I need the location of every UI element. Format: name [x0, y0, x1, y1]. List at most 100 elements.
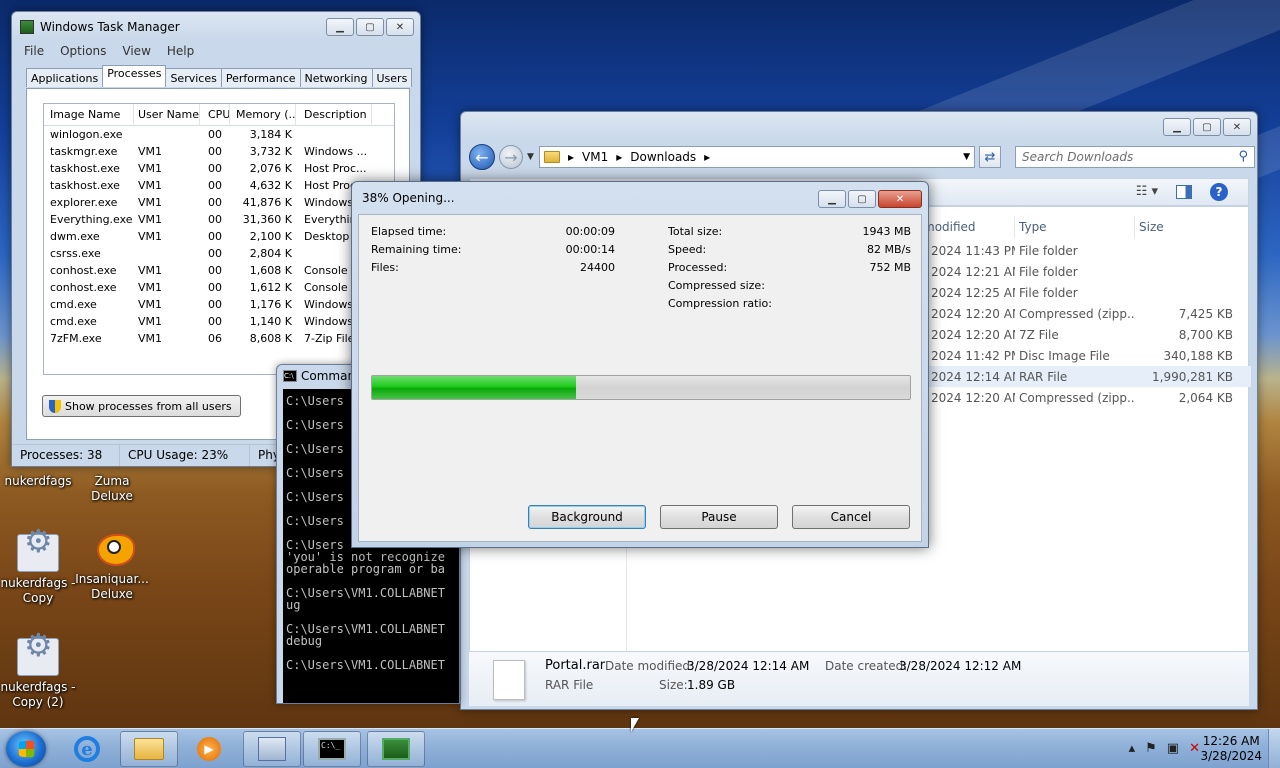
file-type: Compressed (zipp... — [1019, 306, 1135, 321]
show-hidden-icons-icon[interactable]: ▴ — [1129, 741, 1136, 756]
file-row[interactable]: 2024 12:14 AM RAR File 1,990,281 KB — [921, 366, 1251, 387]
refresh-button[interactable]: ⇄ — [979, 146, 1001, 168]
file-row[interactable]: 2024 12:21 AM File folder — [921, 261, 1251, 282]
breadcrumb-vm1[interactable]: VM1 — [582, 150, 608, 164]
action-center-flag-icon[interactable]: ⚑ — [1145, 741, 1157, 756]
close-button[interactable]: ✕ — [878, 190, 922, 208]
tab-networking[interactable]: Networking — [299, 68, 373, 87]
process-row[interactable]: 7zFM.exe VM1 06 8,608 K 7-Zip File... — [44, 330, 394, 347]
menu-options[interactable]: Options — [60, 44, 106, 58]
breadcrumb-downloads[interactable]: Downloads — [630, 150, 696, 164]
menu-help[interactable]: Help — [167, 44, 194, 58]
column-size[interactable]: Size — [1135, 216, 1239, 238]
search-icon[interactable]: ⚲ — [1238, 149, 1248, 164]
desktop-icon-nukerdfags[interactable]: nukerdfags — [0, 474, 76, 489]
command-prompt-icon: C:\_ — [318, 738, 346, 760]
process-row[interactable]: conhost.exe VM1 00 1,608 K Console ... — [44, 262, 394, 279]
file-row[interactable]: 2024 12:20 AM Compressed (zipp... 7,425 KB — [921, 303, 1251, 324]
forward-button[interactable]: → — [499, 145, 523, 169]
file-list: 2024 11:43 PM File folder 2024 12:21 AM Fil… — [921, 240, 1251, 408]
close-button[interactable]: ✕ — [1223, 118, 1251, 136]
close-button[interactable]: ✕ — [386, 18, 414, 36]
taskbar-network-app[interactable] — [243, 731, 301, 767]
desktop-icon-zuma-deluxe[interactable]: Zuma Deluxe — [74, 474, 150, 504]
file-size: 1,990,281 KB — [1152, 369, 1233, 384]
process-rows: winlogon.exe 00 3,184 K taskmgr.exe VM1 00 3,7… — [44, 126, 394, 347]
process-user-name: VM1 — [138, 315, 163, 328]
column-memory[interactable]: Memory (... — [230, 104, 296, 126]
column-cpu[interactable]: CPU — [200, 104, 230, 126]
details-size-label: Size: — [659, 678, 688, 692]
file-row[interactable]: 2024 11:43 PM File folder — [921, 240, 1251, 261]
process-row[interactable]: explorer.exe VM1 00 41,876 K Windows ... — [44, 194, 394, 211]
process-row[interactable]: csrss.exe 00 2,804 K — [44, 245, 394, 262]
network-status-icon[interactable]: ▣ — [1167, 741, 1179, 756]
maximize-button[interactable]: ▢ — [356, 18, 384, 36]
process-row[interactable]: conhost.exe VM1 00 1,612 K Console ... — [44, 279, 394, 296]
process-memory: 3,184 K — [249, 128, 292, 141]
column-type[interactable]: Type — [1015, 216, 1135, 238]
show-all-processes-button[interactable]: Show processes from all users — [42, 395, 241, 417]
total-size-value: 1943 MB — [862, 225, 911, 238]
system-clock[interactable]: 12:26 AM 3/28/2024 — [1200, 734, 1262, 764]
tab-users[interactable]: Users — [371, 68, 413, 87]
file-row[interactable]: 2024 12:25 AM File folder — [921, 282, 1251, 303]
column-description[interactable]: Description — [296, 104, 372, 126]
background-button[interactable]: Background — [528, 505, 646, 529]
address-dropdown-icon[interactable]: ▼ — [963, 152, 970, 162]
pause-button[interactable]: Pause — [660, 505, 778, 529]
breadcrumb-arrow-icon[interactable]: ▸ — [616, 150, 622, 164]
column-user-name[interactable]: User Name — [134, 104, 200, 126]
volume-muted-icon[interactable]: ✕ — [1189, 741, 1200, 756]
start-button[interactable] — [6, 731, 46, 767]
desktop-icon-insaniquarium[interactable]: Insaniquar... Deluxe — [74, 530, 150, 602]
tab-performance[interactable]: Performance — [220, 68, 301, 87]
search-input[interactable]: Search Downloads ⚲ — [1015, 146, 1255, 168]
tab-applications[interactable]: Applications — [26, 68, 104, 87]
taskbar-windows-explorer[interactable] — [120, 731, 178, 767]
search-placeholder: Search Downloads — [1022, 150, 1134, 164]
extract-progress-dialog[interactable]: 38% Opening... ▁ ▢ ✕ Elapsed time: 00:00… — [351, 181, 929, 548]
address-bar[interactable]: ▸ VM1 ▸ Downloads ▸ ▼ — [539, 146, 975, 168]
tab-services[interactable]: Services — [165, 68, 222, 87]
process-row[interactable]: Everything.exe VM1 00 31,360 K Everythin... — [44, 211, 394, 228]
maximize-button[interactable]: ▢ — [848, 190, 876, 208]
taskbar-command-prompt[interactable]: C:\_ — [303, 731, 361, 767]
help-icon[interactable]: ? — [1210, 183, 1228, 201]
process-cpu: 00 — [208, 315, 222, 328]
preview-pane-icon[interactable] — [1176, 185, 1192, 199]
view-options-icon[interactable]: ☷ ▾ — [1136, 184, 1158, 199]
minimize-button[interactable]: ▁ — [818, 190, 846, 208]
process-row[interactable]: winlogon.exe 00 3,184 K — [44, 126, 394, 143]
show-desktop-button[interactable] — [1268, 729, 1280, 768]
process-row[interactable]: taskmgr.exe VM1 00 3,732 K Windows ... — [44, 143, 394, 160]
cancel-button[interactable]: Cancel — [792, 505, 910, 529]
process-row[interactable]: taskhost.exe VM1 00 2,076 K Host Proc... — [44, 160, 394, 177]
desktop-icon-nukerdfags-copy[interactable]: nukerdfags - Copy — [0, 534, 76, 606]
file-row[interactable]: 2024 12:20 AM Compressed (zipp... 2,064 KB — [921, 387, 1251, 408]
taskbar-task-manager[interactable] — [367, 731, 425, 767]
back-button[interactable]: ← — [469, 144, 495, 170]
menu-file[interactable]: File — [24, 44, 44, 58]
menu-view[interactable]: View — [122, 44, 150, 58]
process-row[interactable]: taskhost.exe VM1 00 4,632 K Host Proc... — [44, 177, 394, 194]
tab-processes[interactable]: Processes — [102, 65, 167, 87]
file-row[interactable]: 2024 12:20 AM 7Z File 8,700 KB — [921, 324, 1251, 345]
process-row[interactable]: dwm.exe VM1 00 2,100 K Desktop ... — [44, 228, 394, 245]
taskbar-internet-explorer[interactable]: e — [58, 731, 116, 767]
desktop-icon-nukerdfags-copy-2[interactable]: nukerdfags - Copy (2) — [0, 638, 76, 710]
maximize-button[interactable]: ▢ — [1193, 118, 1221, 136]
breadcrumb-arrow-icon[interactable]: ▸ — [704, 150, 710, 164]
process-memory: 2,100 K — [249, 230, 292, 243]
minimize-button[interactable]: ▁ — [326, 18, 354, 36]
column-image-name[interactable]: Image Name — [44, 104, 134, 126]
recent-pages-icon[interactable]: ▼ — [527, 152, 534, 162]
taskbar-media-player[interactable]: ▶ — [180, 731, 238, 767]
file-row[interactable]: 2024 11:42 PM Disc Image File 340,188 KB — [921, 345, 1251, 366]
breadcrumb-arrow-icon[interactable]: ▸ — [568, 150, 574, 164]
process-row[interactable]: cmd.exe VM1 00 1,176 K Windows ... — [44, 296, 394, 313]
process-row[interactable]: cmd.exe VM1 00 1,140 K Windows ... — [44, 313, 394, 330]
process-user-name: VM1 — [138, 298, 163, 311]
column-date-modified[interactable]: modified — [921, 216, 1015, 238]
minimize-button[interactable]: ▁ — [1163, 118, 1191, 136]
